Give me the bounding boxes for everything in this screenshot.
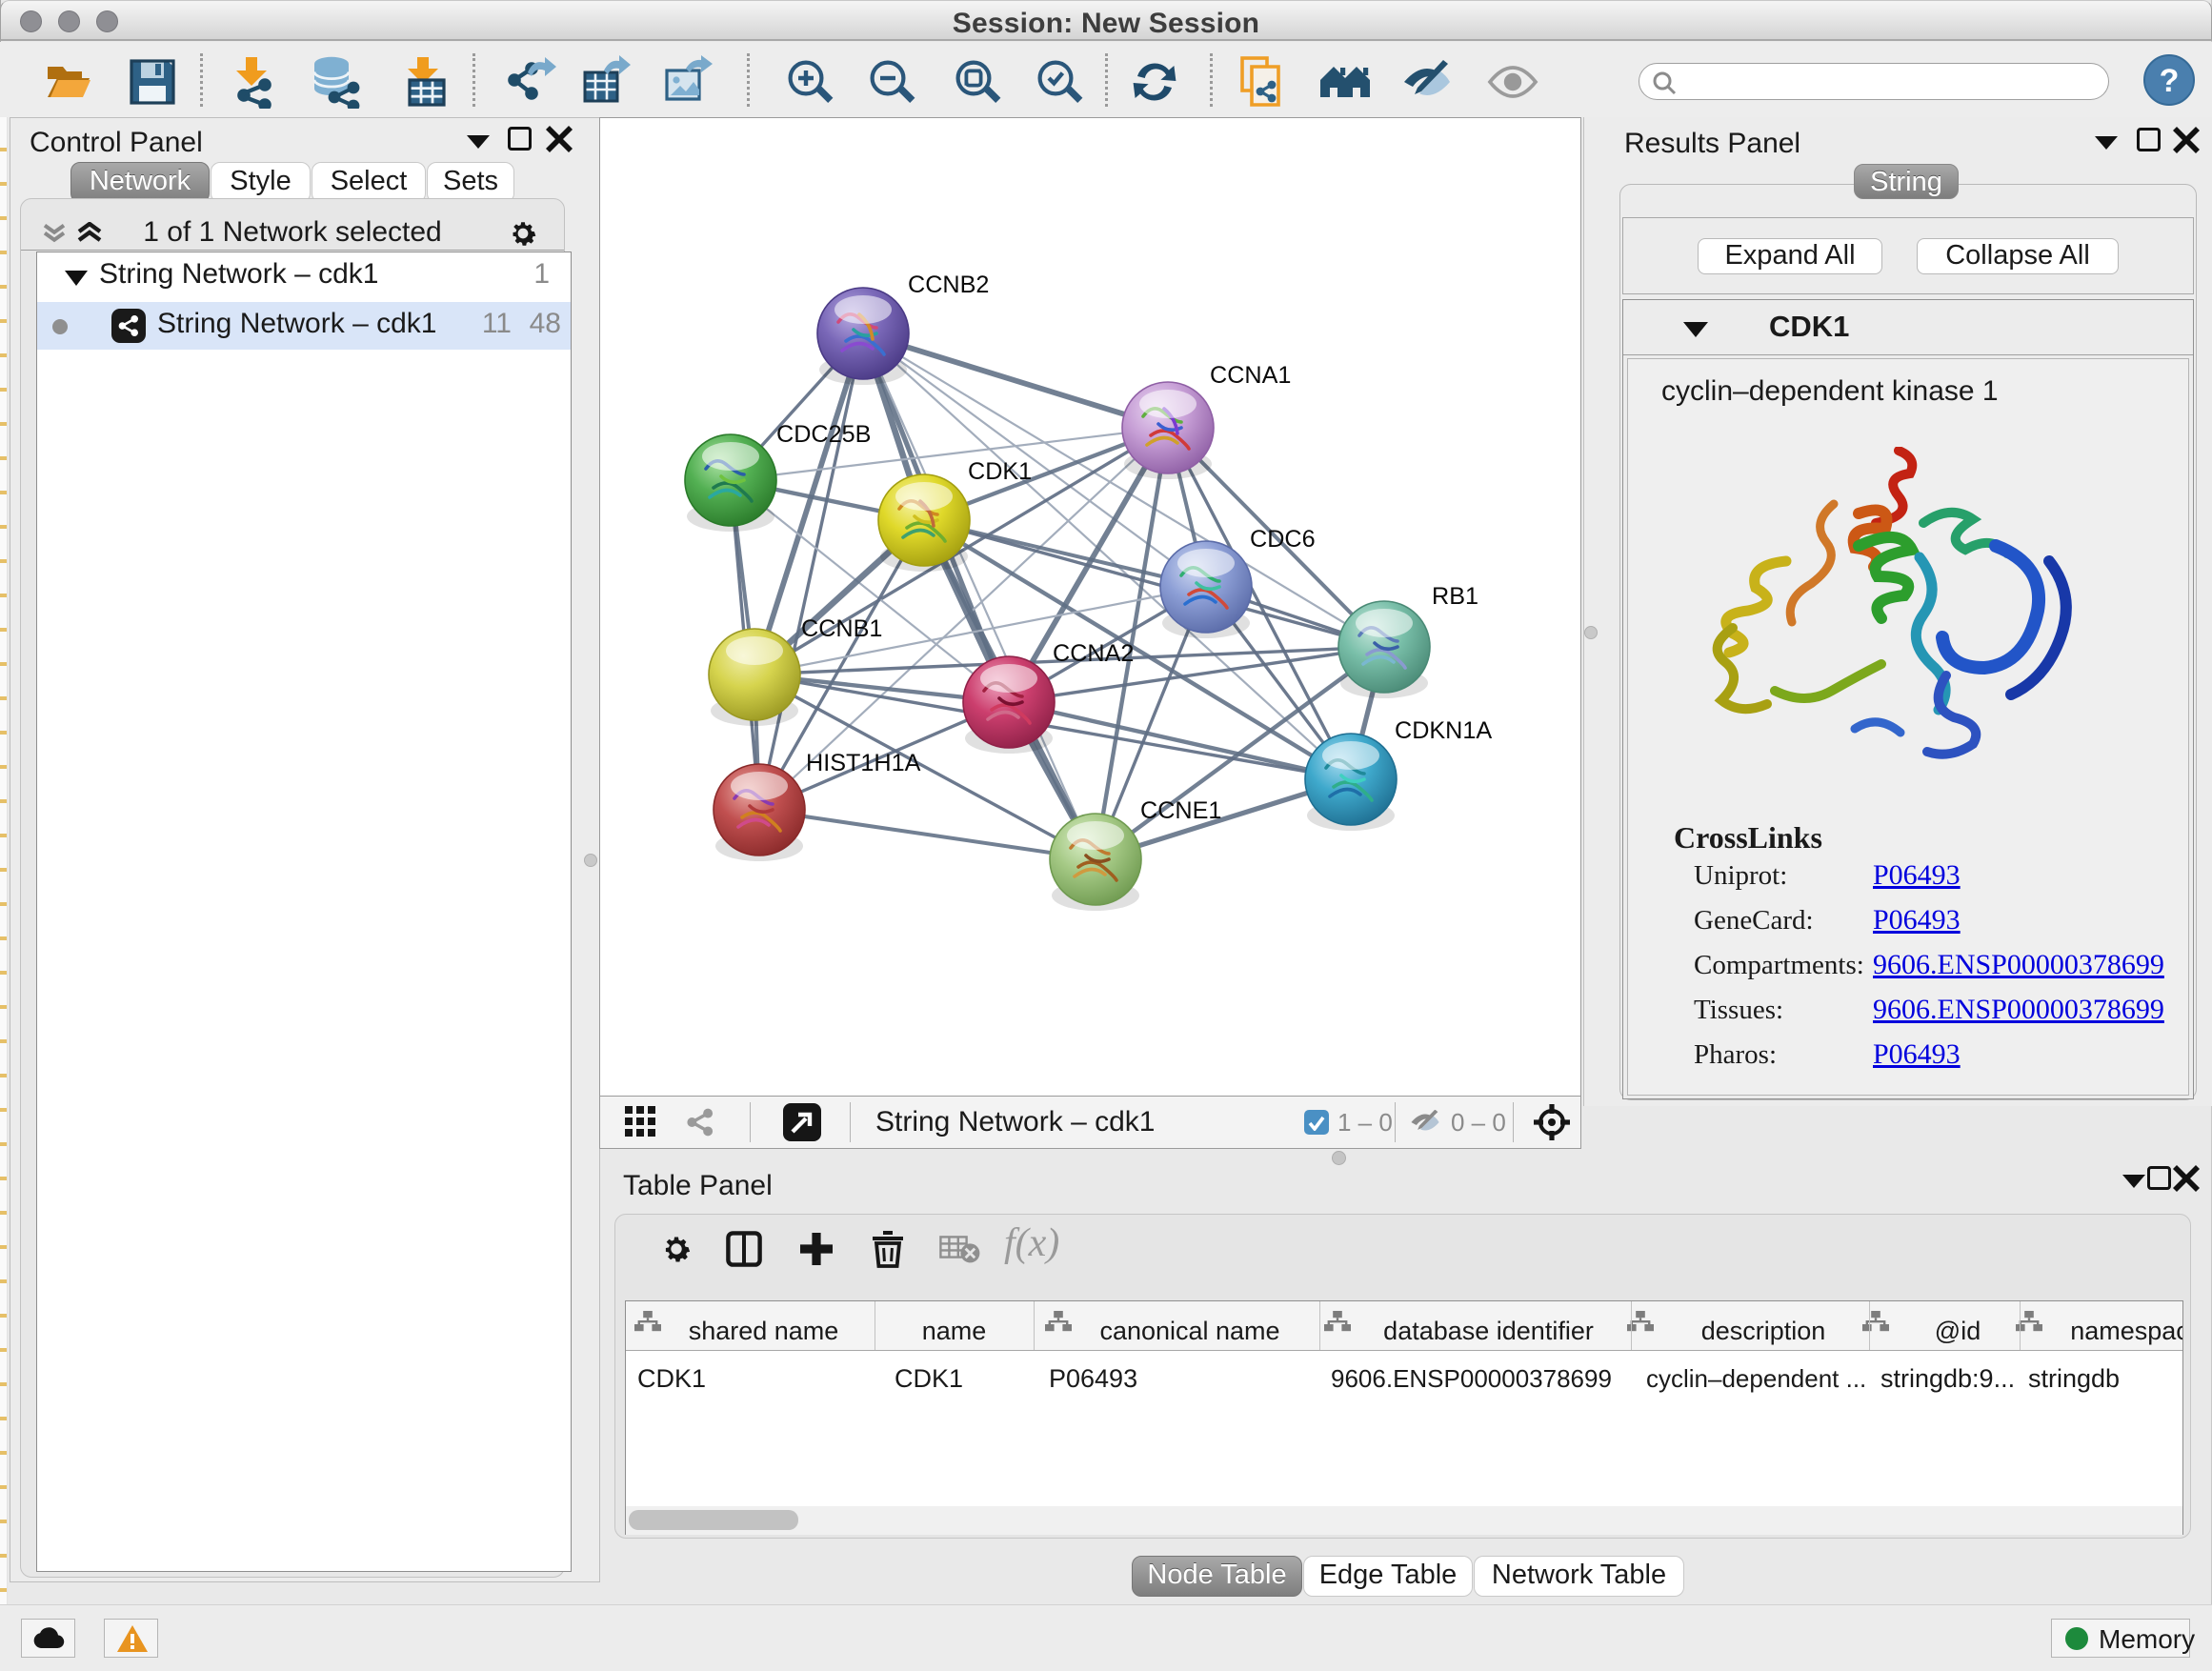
svg-text:CDC25B: CDC25B [776, 421, 871, 448]
svg-text:CDC6: CDC6 [1250, 526, 1316, 553]
svg-text:CCNA1: CCNA1 [1210, 362, 1291, 389]
svg-text:HIST1H1A: HIST1H1A [806, 750, 921, 776]
svg-text:CDKN1A: CDKN1A [1395, 717, 1492, 744]
svg-text:CCNA2: CCNA2 [1053, 640, 1134, 667]
svg-text:RB1: RB1 [1432, 583, 1478, 610]
svg-text:CCNE1: CCNE1 [1140, 797, 1221, 824]
svg-text:?: ? [2160, 63, 2180, 99]
svg-text:CCNB2: CCNB2 [908, 272, 989, 298]
svg-text:CDK1: CDK1 [968, 458, 1032, 485]
svg-text:CCNB1: CCNB1 [801, 615, 882, 642]
